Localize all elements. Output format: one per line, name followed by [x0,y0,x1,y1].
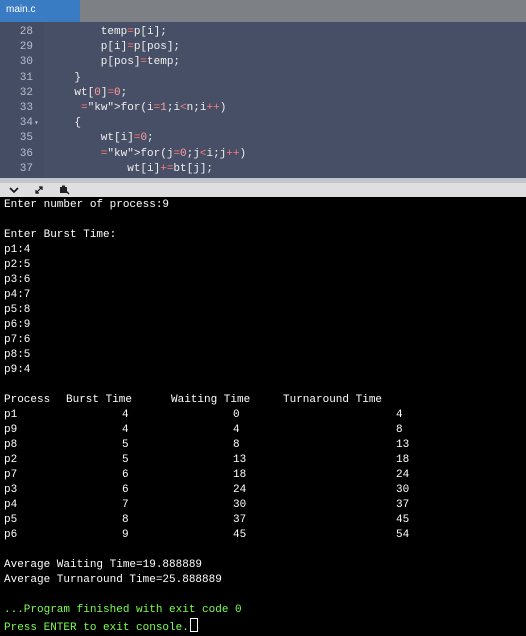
code-text: wt[i]+=bt[j]; [48,162,214,175]
table-cell: 30 [233,499,247,511]
table-cell: 24 [233,484,247,496]
code-text: p[pos]=temp; [48,56,181,69]
table-cell: 5 [122,439,129,451]
table-cell: 9 [122,529,129,541]
table-cell: 37 [396,499,410,511]
average-waiting-time: Average Waiting Time=19.888889 [4,559,203,571]
line-number: 29 [19,41,33,54]
table-cell: 13 [233,454,247,466]
table-cell: 0 [233,409,240,421]
table-cell: 8 [396,424,403,436]
code-line: 34 ▾ { [0,117,526,131]
table-header: Burst Time [66,394,133,406]
table-cell: 30 [396,484,410,496]
code-text: ="kw">for(i=1;i<n;i++) [81,102,227,114]
code-text: p[i]=p[pos]; [48,41,181,54]
table-cell: p3 [4,484,18,496]
table-cell: 4 [122,409,129,421]
line-number: 30 [19,56,33,69]
output-console[interactable]: Enter number of process:9 Enter Burst Ti… [0,197,526,635]
table-cell: p8 [4,439,18,451]
tab-label: main.c [6,4,36,15]
table-cell: 18 [396,454,410,466]
burst-time-prompt: Enter Burst Time: [4,229,117,241]
code-text: ="kw">for(j=0;j<i;j++) [100,147,247,160]
code-text: temp=p[i]; [48,26,167,38]
table-cell: 45 [233,529,247,541]
burst-input-line: p7:6 [4,334,31,346]
chevron-down-icon[interactable] [8,185,20,195]
code-line: 28 temp=p[i]; [0,26,526,40]
table-cell: 24 [396,469,410,481]
expand-icon[interactable] [33,185,45,195]
table-cell: p2 [4,454,18,466]
burst-input-line: p4:7 [4,289,31,301]
table-cell: 7 [122,499,129,511]
table-cell: p5 [4,514,18,526]
table-cell: 37 [233,514,247,526]
tab-main-c[interactable]: main.c [0,0,80,22]
code-line: 36 ="kw">for(j=0;j<i;j++) [0,148,526,162]
line-number: 28 [19,26,33,38]
table-cell: 4 [122,424,129,436]
table-cell: p7 [4,469,18,481]
code-line: 30 p[pos]=temp; [0,56,526,70]
table-cell: 6 [122,469,129,481]
exit-message: ...Program finished with exit code 0 [4,604,242,616]
table-header: Process [4,394,51,406]
table-cell: 5 [122,454,129,466]
table-header: Waiting Time [171,394,251,406]
process-count-prompt: Enter number of process:9 [4,199,170,211]
table-cell: 45 [396,514,410,526]
code-line: 37 wt[i]+=bt[j]; [0,163,526,177]
table-cell: 6 [122,484,129,496]
line-number: 33 [19,102,33,114]
burst-input-line: p3:6 [4,274,31,286]
press-enter-text: Press ENTER to exit console. [4,622,189,634]
table-cell: p4 [4,499,18,511]
console-toolbar [0,183,526,197]
burst-input-line: p5:8 [4,304,31,316]
line-number: 32 [19,86,33,99]
burst-input-line: p1:4 [4,244,31,256]
terminal-settings-icon[interactable] [58,185,70,195]
table-cell: 4 [396,409,403,421]
table-cell: 8 [122,514,129,526]
fold-toggle-icon[interactable]: ▾ [34,117,39,131]
burst-input-line: p6:9 [4,319,31,331]
table-cell: 8 [233,439,240,451]
table-cell: 13 [396,439,410,451]
burst-input-line: p8:5 [4,349,31,361]
code-text: wt[0]=0; [48,86,128,99]
press-enter-line: Press ENTER to exit console. [4,618,198,634]
code-text: wt[i]=0; [48,132,154,145]
code-editor[interactable]: 28 temp=p[i]; 29 p[i]=p[pos]; 30 p[pos]=te… [0,22,526,178]
table-cell: p1 [4,409,18,421]
code-text: } [48,71,82,84]
code-line: 31 } [0,72,526,86]
line-number: 31 [19,71,33,84]
line-number: 35 [19,132,33,145]
table-cell: 54 [396,529,410,541]
line-number: 34 [19,117,33,130]
table-cell: 4 [233,424,240,436]
editor-tab-bar: main.c [0,0,526,22]
average-turnaround-time: Average Turnaround Time=25.888889 [4,574,222,586]
line-number: 36 [19,147,33,160]
burst-input-line: p9:4 [4,364,31,376]
table-cell: 18 [233,469,247,481]
burst-input-line: p2:5 [4,259,31,271]
table-header: Turnaround Time [283,394,383,406]
code-text: { [48,117,82,130]
code-line: 29 p[i]=p[pos]; [0,41,526,55]
code-line: 32 wt[0]=0; [0,87,526,101]
text-cursor [189,618,198,632]
code-line: 35 wt[i]=0; [0,132,526,146]
table-cell: p9 [4,424,18,436]
code-line: 33 ="kw">for(i=1;i<n;i++) [0,102,526,116]
table-cell: p6 [4,529,18,541]
line-number: 37 [19,162,33,175]
